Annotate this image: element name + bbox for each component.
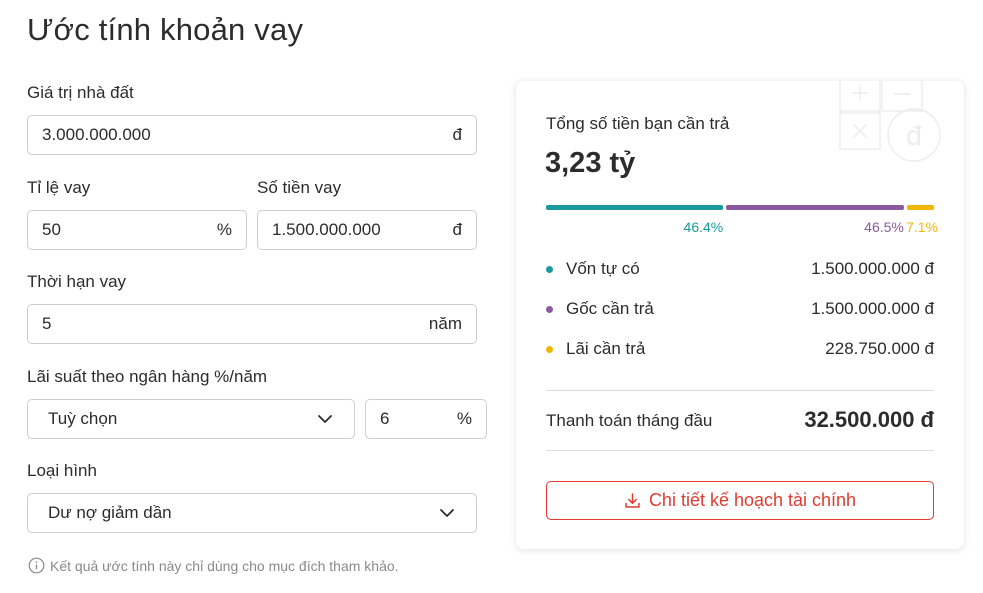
loan-term-unit: năm	[428, 314, 462, 333]
download-icon	[625, 493, 640, 508]
interest-rate-input[interactable]: 6 %	[365, 399, 487, 439]
monthly-payment-value: 32.500.000 đ	[804, 407, 934, 432]
legend-value: 1.500.000.000 đ	[811, 259, 934, 278]
loan-type-label: Loại hình	[27, 461, 97, 480]
property-value-label: Giá trị nhà đất	[27, 83, 134, 102]
legend-dot	[546, 305, 553, 313]
loan-term-label: Thời hạn vay	[27, 272, 127, 291]
legend-row-principal: Gốc cần trả 1.500.000.000 đ	[546, 299, 934, 319]
interest-option-text: Tuỳ chọn	[48, 409, 118, 428]
legend-name: Vốn tự có	[566, 259, 640, 278]
loan-term-input[interactable]: 5 năm	[27, 304, 477, 344]
breakdown-percent-label: 46.4%	[683, 219, 724, 235]
monthly-payment-label: Thanh toán tháng đầu	[546, 411, 713, 430]
summary-card: đ Tổng số tiền bạn cần trả 3,23 tỷ 46.4%…	[516, 81, 964, 549]
total-value: 3,23 tỷ	[545, 147, 636, 179]
page-title: Ước tính khoản vay	[27, 12, 304, 47]
total-label: Tổng số tiền bạn cần trả	[546, 114, 730, 133]
loan-amount-text: 1.500.000.000	[272, 220, 381, 239]
legend-value: 228.750.000 đ	[825, 339, 934, 358]
breakdown-segment	[546, 205, 724, 210]
disclaimer-note: Kết quả ước tính này chỉ dùng cho mục đí…	[28, 557, 399, 574]
loan-type-select[interactable]: Dư nợ giảm dần	[27, 493, 477, 533]
legend-row-equity: Vốn tự có 1.500.000.000 đ	[546, 259, 934, 279]
legend-name: Lãi cần trả	[566, 339, 646, 358]
legend-row-interest: Lãi cần trả 228.750.000 đ	[546, 339, 934, 359]
loan-amount-label: Số tiền vay	[257, 178, 342, 197]
property-value-input[interactable]: 3.000.000.000 đ	[27, 115, 477, 155]
loan-type-text: Dư nợ giảm dần	[48, 503, 172, 522]
chevron-down-icon	[440, 509, 454, 517]
disclaimer-text: Kết quả ước tính này chỉ dùng cho mục đí…	[50, 557, 399, 574]
loan-ratio-label: Tỉ lệ vay	[27, 178, 91, 197]
breakdown-segment	[726, 205, 904, 210]
loan-term-text: 5	[42, 314, 52, 333]
breakdown-percent-label: 7.1%	[906, 219, 938, 235]
breakdown-bar	[546, 205, 934, 210]
interest-rate-text: 6	[380, 409, 390, 428]
divider	[546, 390, 934, 391]
loan-amount-input[interactable]: 1.500.000.000 đ	[257, 210, 477, 250]
financial-plan-detail-label: Chi tiết kế hoạch tài chính	[648, 490, 857, 510]
legend-value: 1.500.000.000 đ	[811, 299, 934, 318]
legend-dot	[546, 265, 553, 273]
property-value-text: 3.000.000.000	[42, 125, 151, 144]
loan-ratio-unit: %	[216, 220, 232, 239]
property-value-unit: đ	[452, 125, 462, 144]
financial-plan-detail-button[interactable]: Chi tiết kế hoạch tài chính	[546, 481, 934, 520]
calculator-icon: đ	[839, 81, 941, 162]
loan-ratio-text: 50	[42, 220, 61, 239]
breakdown-segment	[906, 205, 934, 210]
legend-dot	[546, 345, 553, 353]
chevron-down-icon	[318, 415, 332, 423]
info-icon	[28, 557, 45, 574]
breakdown-percent-label: 46.5%	[864, 219, 904, 235]
loan-ratio-input[interactable]: 50 %	[27, 210, 247, 250]
interest-label: Lãi suất theo ngân hàng %/năm	[27, 367, 268, 386]
interest-rate-unit: %	[456, 409, 472, 428]
divider	[546, 450, 934, 451]
svg-text:đ: đ	[906, 120, 922, 151]
legend-name: Gốc cần trả	[566, 299, 654, 318]
interest-option-select[interactable]: Tuỳ chọn	[27, 399, 355, 439]
loan-amount-unit: đ	[452, 220, 462, 239]
